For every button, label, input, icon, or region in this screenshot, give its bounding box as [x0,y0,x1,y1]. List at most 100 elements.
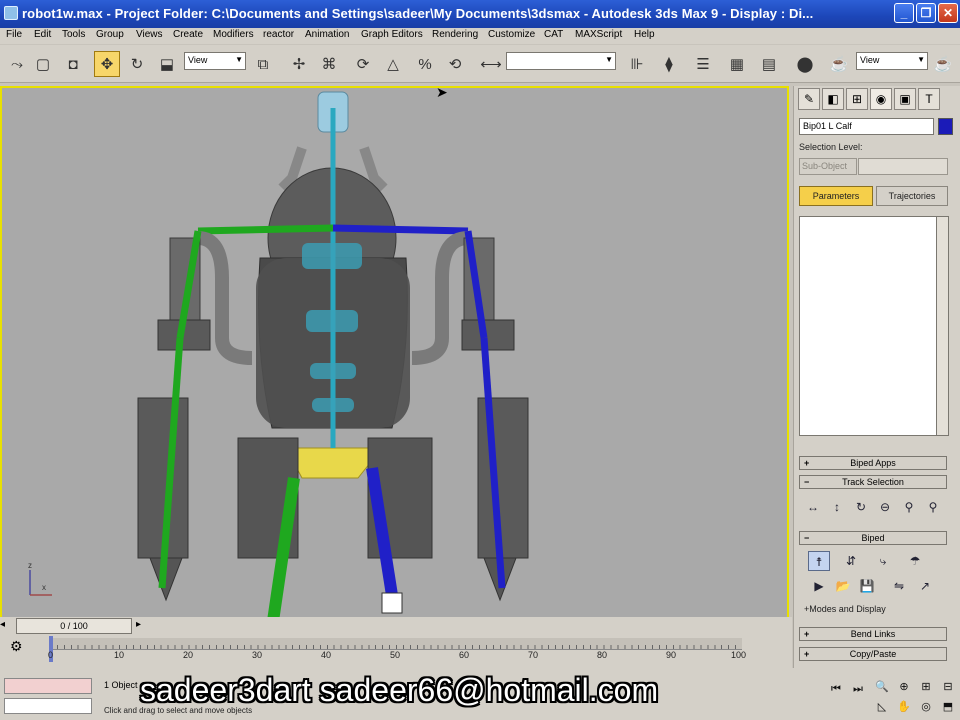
menu-views[interactable]: Views [136,29,163,40]
rollout-list-area[interactable] [799,216,949,436]
menu-customize[interactable]: Customize [488,29,535,40]
schematic-view-icon[interactable]: ▤ [756,51,782,77]
pan-icon[interactable]: ✋ [894,698,914,716]
zoom-icon[interactable]: 🔍 [872,678,892,696]
menu-reactor[interactable]: reactor [263,29,294,40]
zoom-all-icon[interactable]: ⊕ [894,678,914,696]
track-bar[interactable]: ⚙ 0 10 20 30 40 50 60 70 80 90 100 [0,636,792,668]
align-icon[interactable]: ⧫ [656,51,682,77]
edit-named-selection-icon[interactable]: ⟷ [478,51,504,77]
select-scale-icon[interactable]: ⬓ [154,51,180,77]
render-type-dropdown[interactable]: View ▼ [856,52,928,70]
body-rotation-icon[interactable]: ↻ [850,497,872,517]
app-icon[interactable] [4,6,18,20]
opposite-icon[interactable]: ⚲ [922,497,944,517]
select-link-icon[interactable]: ⤳ [4,51,30,77]
figure-mode-icon[interactable]: ☨ [808,551,830,571]
select-region-icon[interactable]: ◘ [60,51,86,77]
modes-and-display-rollout[interactable]: +Modes and Display [804,604,886,614]
named-selection-dropdown[interactable]: ▼ [506,52,616,70]
hierarchy-tab-icon[interactable]: ⊞ [846,88,868,110]
buffer-mode-icon[interactable]: ▶ [808,576,830,596]
minimize-button[interactable]: _ [894,3,914,23]
perspective-viewport[interactable]: z x ➤ [0,86,789,633]
copy-paste-rollout[interactable]: + Copy/Paste [799,647,947,661]
time-slider[interactable]: 0 / 100 ◂ ▸ [0,617,792,636]
material-editor-icon[interactable]: ⬤ [792,51,818,77]
select-object-icon[interactable]: ▢ [30,51,56,77]
percent-snap-icon[interactable]: % [412,51,438,77]
motion-tab-icon[interactable]: ◉ [870,88,892,110]
mirror-icon[interactable]: ⊪ [624,51,650,77]
menu-cat[interactable]: CAT [544,29,563,40]
layer-manager-icon[interactable]: ☰ [690,51,716,77]
slider-prev-icon[interactable]: ◂ [0,619,5,630]
quick-render-icon[interactable]: ☕ [930,51,956,77]
maximize-viewport-icon[interactable]: ⬒ [938,698,958,716]
tab-parameters[interactable]: Parameters [799,186,873,206]
maxscript-input-field[interactable] [4,698,92,714]
close-button[interactable]: ✕ [938,3,958,23]
menu-graph-editors[interactable]: Graph Editors [361,29,423,40]
right-clavicle-bone [332,224,469,235]
reference-coordinate-dropdown[interactable]: View ▼ [184,52,246,70]
spinner-snap-icon[interactable]: ⟲ [442,51,468,77]
create-tab-icon[interactable]: ✎ [798,88,820,110]
vertical-scrollbar[interactable] [936,216,949,436]
move-all-mode-icon[interactable]: ↗ [914,576,936,596]
object-name-field[interactable]: Bip01 L Calf [799,118,934,135]
load-file-icon[interactable]: 📂 [832,576,854,596]
object-color-swatch[interactable] [938,118,953,135]
go-to-end-icon[interactable]: ⏭ [848,680,868,698]
maximize-button[interactable]: ❐ [916,3,936,23]
modify-tab-icon[interactable]: ◧ [822,88,844,110]
sub-object-dropdown[interactable] [858,158,948,175]
zoom-extents-all-icon[interactable]: ⊟ [938,678,958,696]
field-of-view-icon[interactable]: ◺ [872,698,892,716]
biped-apps-rollout[interactable]: + Biped Apps [799,456,947,470]
timeline-ruler[interactable] [50,638,742,650]
mixer-mode-icon[interactable]: ☂ [904,551,926,571]
time-slider-knob[interactable]: 0 / 100 [16,618,132,634]
symmetrical-icon[interactable]: ⚲ [898,497,920,517]
lock-cob-keying-icon[interactable]: ⊖ [874,497,896,517]
select-move-icon[interactable]: ✥ [94,51,120,77]
motion-flow-icon[interactable]: ⤷ [872,551,894,571]
menu-tools[interactable]: Tools [62,29,85,40]
menu-create[interactable]: Create [173,29,203,40]
sub-object-button[interactable]: Sub-Object [799,158,857,175]
save-file-icon[interactable]: 💾 [856,576,878,596]
zoom-extents-icon[interactable]: ⊞ [916,678,936,696]
menu-group[interactable]: Group [96,29,124,40]
footstep-mode-icon[interactable]: ⇵ [840,551,862,571]
convert-icon[interactable]: ⇋ [888,576,910,596]
menu-modifiers[interactable]: Modifiers [213,29,254,40]
orbit-icon[interactable]: ◎ [916,698,936,716]
track-selection-rollout[interactable]: − Track Selection [799,475,947,489]
biped-rollout[interactable]: − Biped [799,531,947,545]
menu-file[interactable]: File [6,29,22,40]
select-rotate-icon[interactable]: ↻ [124,51,150,77]
bend-links-rollout[interactable]: + Bend Links [799,627,947,641]
keyboard-shortcut-icon[interactable]: ⌘ [316,51,342,77]
tab-trajectories[interactable]: Trajectories [876,186,948,206]
menu-rendering[interactable]: Rendering [432,29,478,40]
open-mini-curve-editor-icon[interactable]: ⚙ [10,638,23,655]
angle-snap-icon[interactable]: △ [380,51,406,77]
body-vertical-icon[interactable]: ↕ [826,497,848,517]
menu-help[interactable]: Help [634,29,655,40]
display-tab-icon[interactable]: ▣ [894,88,916,110]
manipulate-icon[interactable]: ✢ [286,51,312,77]
pivot-center-icon[interactable]: ⧉ [250,51,276,77]
utilities-tab-icon[interactable]: T [918,88,940,110]
body-horizontal-icon[interactable]: ↔ [802,497,824,517]
menu-maxscript[interactable]: MAXScript [575,29,622,40]
menu-animation[interactable]: Animation [305,29,349,40]
menu-edit[interactable]: Edit [34,29,51,40]
render-scene-icon[interactable]: ☕ [826,51,852,77]
snaps-toggle-icon[interactable]: ⟳ [350,51,376,77]
curve-editor-icon[interactable]: ▦ [724,51,750,77]
slider-next-icon[interactable]: ▸ [136,619,141,630]
maxscript-listener-field[interactable] [4,678,92,694]
go-to-start-icon[interactable]: ⏮ [826,680,846,698]
